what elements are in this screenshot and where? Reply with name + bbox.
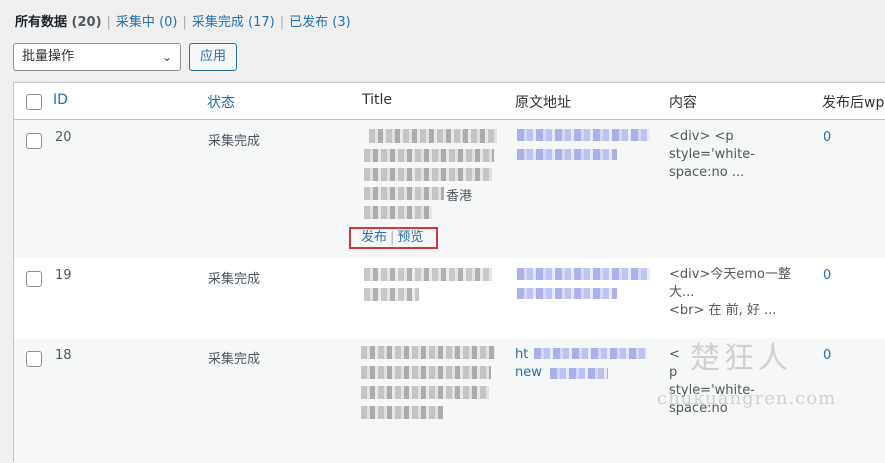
watermark-cn: 楚狂人 (690, 341, 792, 376)
blurred-title-text (361, 406, 443, 419)
blurred-title-text (364, 206, 432, 219)
row-wp-id[interactable]: 0 (823, 268, 831, 283)
filter-all[interactable]: 所有数据 (20) (15, 15, 102, 30)
blurred-title-text (364, 149, 494, 162)
blurred-title-text (361, 366, 491, 379)
row-status: 采集完成 (208, 352, 261, 367)
row-actions-highlight: 发布 | 预览 (349, 227, 438, 249)
select-all-checkbox[interactable] (26, 94, 42, 110)
title-visible-text: 香港 (446, 189, 473, 204)
blurred-title-text (364, 288, 419, 301)
blurred-source-url[interactable] (550, 368, 608, 379)
column-source-url: 原文地址 (515, 95, 571, 111)
row-checkbox[interactable] (26, 351, 42, 367)
blurred-source-url[interactable] (517, 268, 650, 280)
table-row: 19 采集完成 <div>今天emo一整 大... <br> 在 前, 好 ..… (14, 258, 885, 338)
blurred-title-text (364, 268, 492, 281)
blurred-title-text (361, 346, 495, 359)
blurred-title-text (364, 187, 444, 200)
blurred-title-text (361, 386, 489, 399)
row-status: 采集完成 (208, 272, 261, 287)
table-header: ID 状态 Title 原文地址 内容 发布后wp (14, 83, 885, 120)
row-wp-id[interactable]: 0 (823, 348, 831, 363)
column-content: 内容 (669, 95, 697, 111)
blurred-title-text (369, 129, 497, 143)
chevron-down-icon: ⌄ (161, 50, 172, 64)
blurred-source-url[interactable] (517, 149, 617, 160)
row-status: 采集完成 (208, 134, 261, 149)
row-id: 20 (55, 130, 72, 145)
blurred-title-text (364, 168, 492, 181)
table-row: 20 采集完成 香港 <div> <p style='white- space:… (14, 120, 885, 258)
column-title: Title (362, 92, 393, 108)
row-id: 19 (55, 268, 72, 283)
column-id[interactable]: ID (53, 92, 68, 108)
row-id: 18 (55, 348, 72, 363)
row-content: <div> <p style='white- space:no ... (669, 129, 755, 180)
preview-link[interactable]: 预览 (397, 230, 423, 245)
status-filter-links: 所有数据 (20) | 采集中 (0) | 采集完成 (17) | 已发布 (3) (15, 15, 351, 30)
row-wp-id[interactable]: 0 (823, 130, 831, 145)
row-content: <div>今天emo一整 大... <br> 在 前, 好 ... (669, 267, 791, 318)
apply-button[interactable]: 应用 (189, 43, 237, 71)
blurred-source-url[interactable] (534, 348, 647, 359)
bulk-actions-select[interactable]: 批量操作 ⌄ (13, 43, 181, 71)
column-wp: 发布后wp (822, 95, 885, 111)
watermark-en: chukuangren.com (657, 388, 837, 409)
blurred-source-url[interactable] (517, 129, 650, 141)
row-checkbox[interactable] (26, 133, 42, 149)
column-status[interactable]: 状态 (207, 92, 235, 112)
row-checkbox[interactable] (26, 271, 42, 287)
filter-published[interactable]: 已发布 (3) (289, 15, 351, 30)
filter-done[interactable]: 采集完成 (17) (192, 15, 275, 30)
filter-collecting[interactable]: 采集中 (0) (116, 15, 178, 30)
publish-link[interactable]: 发布 (361, 230, 387, 245)
blurred-source-url[interactable] (517, 288, 617, 299)
